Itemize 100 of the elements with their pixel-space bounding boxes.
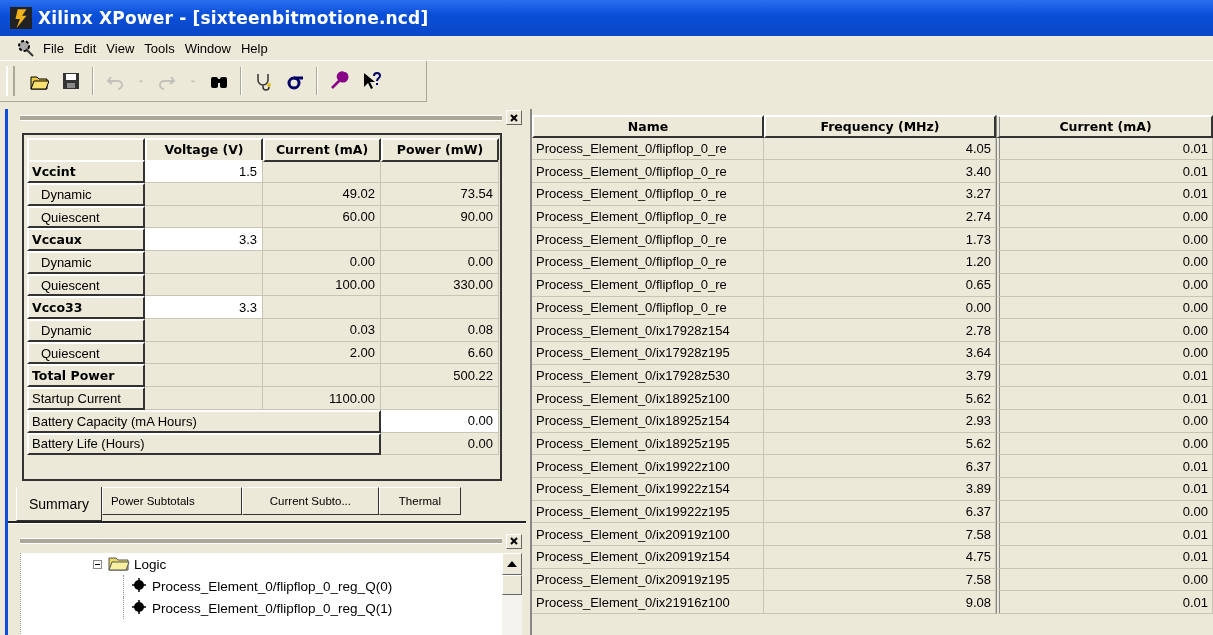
table-cell: 0.00 bbox=[381, 432, 499, 456]
toolbar-grip[interactable] bbox=[6, 66, 15, 96]
column-header[interactable]: Frequency (MHz) bbox=[764, 115, 996, 138]
column-header[interactable]: Power (mW) bbox=[381, 137, 499, 162]
tree-item[interactable]: Process_Element_0/flipflop_0_reg_Q(1) bbox=[152, 600, 393, 616]
table-cell: 0.01 bbox=[996, 364, 1213, 388]
row-label: Total Power bbox=[27, 364, 145, 388]
table-cell: 3.79 bbox=[764, 364, 996, 388]
row-label: Vccaux bbox=[27, 228, 145, 252]
table-cell: 1100.00 bbox=[263, 387, 381, 410]
table-cell: 1.73 bbox=[764, 228, 996, 252]
tab[interactable]: Thermal bbox=[378, 487, 461, 515]
column-header[interactable]: Name bbox=[532, 115, 764, 138]
table-cell: 0.00 bbox=[996, 251, 1213, 274]
column-header[interactable]: Current (mA) bbox=[996, 115, 1213, 138]
folder-icon bbox=[108, 554, 130, 571]
close-icon bbox=[510, 537, 518, 545]
tab[interactable]: Current Subto... bbox=[241, 487, 379, 515]
tree-item[interactable]: Process_Element_0/flipflop_0_reg_Q(0) bbox=[152, 578, 393, 594]
table-cell: 500.22 bbox=[381, 364, 499, 388]
input-field[interactable]: 0.00 bbox=[381, 409, 499, 433]
menu-item[interactable]: File bbox=[40, 40, 71, 56]
column-header[interactable]: Current (mA) bbox=[263, 137, 381, 162]
menu-item[interactable]: Tools bbox=[141, 40, 182, 56]
table-cell: 0.00 bbox=[996, 341, 1213, 365]
table-cell: Process_Element_0/flipflop_0_re bbox=[532, 296, 764, 320]
table-cell: Process_Element_0/flipflop_0_re bbox=[532, 251, 764, 274]
table-cell: 9.08 bbox=[764, 591, 996, 615]
up-arrow-icon[interactable] bbox=[507, 561, 517, 567]
collapse-icon[interactable] bbox=[93, 559, 102, 569]
table-cell: Process_Element_0/flipflop_0_re bbox=[532, 160, 764, 184]
input-field[interactable]: 3.3 bbox=[145, 296, 263, 320]
bullet-icon bbox=[132, 599, 146, 614]
table-cell: 0.03 bbox=[263, 319, 381, 342]
menu-item[interactable]: Edit bbox=[70, 40, 104, 56]
row-label: Startup Current bbox=[27, 387, 145, 410]
table-cell: Process_Element_0/ix19922z100 bbox=[532, 455, 764, 478]
tab[interactable]: Summary bbox=[16, 487, 102, 521]
window-title: Xilinx XPower - [sixteenbitmotione.ncd] bbox=[38, 8, 429, 28]
table-cell: 3.64 bbox=[764, 341, 996, 365]
table-cell: Process_Element_0/flipflop_0_re bbox=[532, 205, 764, 229]
table-cell: Process_Element_0/ix21916z100 bbox=[532, 591, 764, 615]
table-cell: 5.62 bbox=[764, 387, 996, 410]
table-cell: 49.02 bbox=[263, 183, 381, 206]
table-cell: Process_Element_0/ix18925z154 bbox=[532, 409, 764, 433]
row-label: Quiescent bbox=[27, 273, 145, 297]
table-cell: 0.01 bbox=[996, 160, 1213, 184]
table-cell: 2.74 bbox=[764, 205, 996, 229]
table-cell: Process_Element_0/ix17928z195 bbox=[532, 341, 764, 365]
row-label: Quiescent bbox=[27, 205, 145, 229]
table-cell: 60.00 bbox=[263, 205, 381, 229]
table-cell: Process_Element_0/ix20919z154 bbox=[532, 546, 764, 569]
table-cell: 0.00 bbox=[996, 296, 1213, 320]
table-cell: 0.00 bbox=[764, 296, 996, 320]
table-cell: 0.01 bbox=[996, 387, 1213, 410]
table-cell: 0.00 bbox=[996, 568, 1213, 592]
table-cell: 0.01 bbox=[996, 455, 1213, 478]
menu-item[interactable]: Help bbox=[237, 40, 275, 56]
table-cell: 0.01 bbox=[996, 523, 1213, 547]
table-cell: Process_Element_0/flipflop_0_re bbox=[532, 228, 764, 252]
lightning-icon bbox=[10, 7, 32, 29]
table-cell: 0.08 bbox=[381, 319, 499, 342]
table-cell: Process_Element_0/ix17928z154 bbox=[532, 319, 764, 342]
menu-item[interactable]: Window bbox=[181, 40, 238, 56]
table-cell: 4.05 bbox=[764, 137, 996, 161]
table-cell: 5.62 bbox=[764, 432, 996, 456]
table-cell: 0.65 bbox=[764, 273, 996, 297]
table-cell: 0.01 bbox=[996, 546, 1213, 569]
row-label: Vcco33 bbox=[27, 296, 145, 320]
table-cell: 0.00 bbox=[996, 500, 1213, 524]
close-button[interactable] bbox=[506, 533, 522, 549]
table-cell: 0.00 bbox=[996, 273, 1213, 297]
table-cell: 100.00 bbox=[263, 273, 381, 297]
table-cell: 2.00 bbox=[263, 341, 381, 365]
tree-item[interactable]: Logic bbox=[134, 556, 167, 572]
tab[interactable]: Power Subtotals bbox=[101, 487, 242, 515]
row-label: Battery Capacity (mA Hours) bbox=[27, 409, 381, 433]
table-cell: 2.93 bbox=[764, 409, 996, 433]
table-cell: 3.40 bbox=[764, 160, 996, 184]
input-field[interactable]: 1.5 bbox=[145, 160, 263, 183]
table-cell: 0.00 bbox=[996, 205, 1213, 229]
bullet-icon bbox=[132, 577, 146, 592]
table-cell: 0.00 bbox=[996, 319, 1213, 342]
table-cell: 0.00 bbox=[996, 228, 1213, 252]
table-cell: Process_Element_0/ix17928z530 bbox=[532, 364, 764, 388]
row-label: Dynamic bbox=[27, 319, 145, 342]
table-cell: 3.27 bbox=[764, 183, 996, 206]
table-cell: Process_Element_0/ix20919z195 bbox=[532, 568, 764, 592]
table-cell: Process_Element_0/ix19922z154 bbox=[532, 478, 764, 501]
table-cell: 0.00 bbox=[263, 251, 381, 274]
close-button[interactable] bbox=[506, 110, 522, 126]
menu-item[interactable]: View bbox=[103, 40, 142, 56]
table-cell: 0.00 bbox=[381, 251, 499, 274]
table-cell: 7.58 bbox=[764, 568, 996, 592]
table-cell: 0.01 bbox=[996, 183, 1213, 206]
table-cell: Process_Element_0/ix19922z195 bbox=[532, 500, 764, 524]
table-cell: 3.89 bbox=[764, 478, 996, 501]
row-label: Dynamic bbox=[27, 251, 145, 274]
scrollbar[interactable] bbox=[502, 553, 522, 635]
input-field[interactable]: 3.3 bbox=[145, 228, 263, 252]
